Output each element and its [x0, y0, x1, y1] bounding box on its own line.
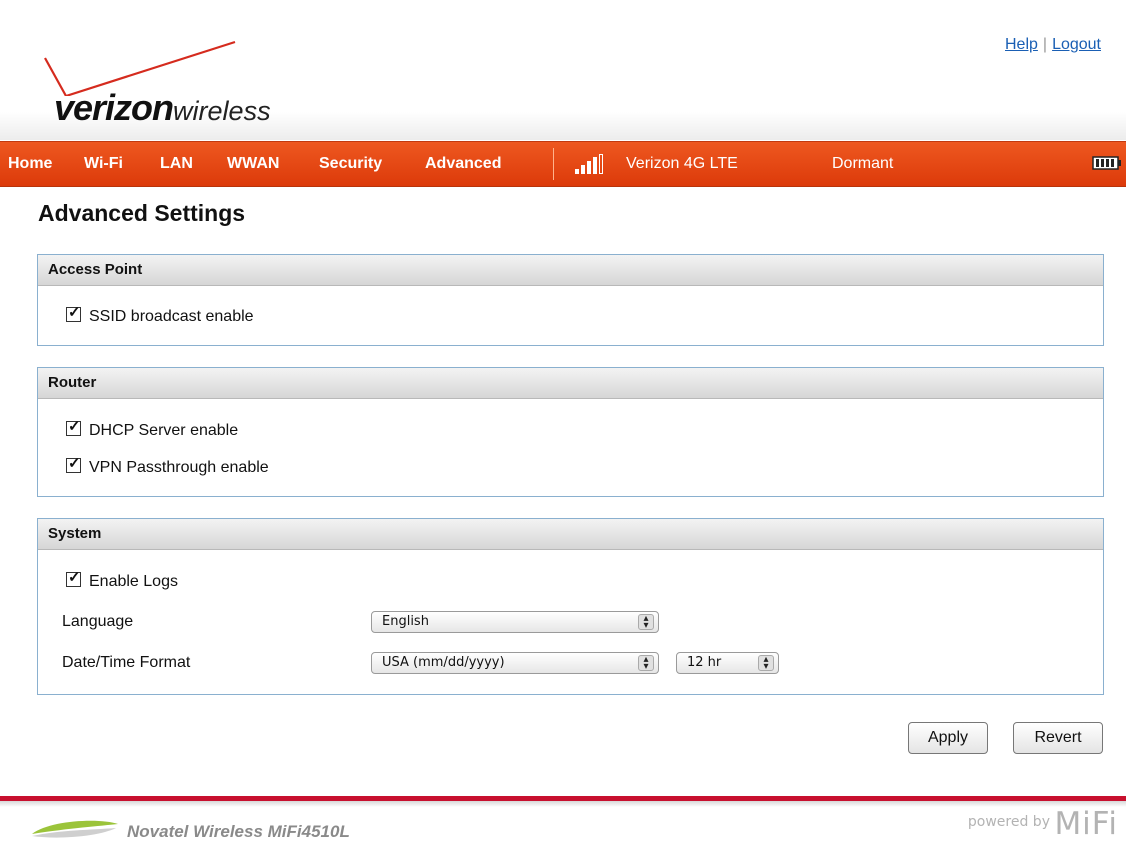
dhcp-server-checkbox[interactable]: DHCP Server enable: [66, 417, 239, 440]
help-link[interactable]: Help: [1005, 36, 1038, 53]
panel-title: Router: [38, 368, 1103, 399]
signal-bars-icon: [575, 154, 615, 174]
mifi-brand: MiFi: [1054, 806, 1118, 842]
hour-format-select[interactable]: 12 hr ▴ ▾: [676, 652, 779, 674]
select-arrows-icon: ▴ ▾: [638, 614, 654, 631]
checkbox-checked-icon[interactable]: [66, 454, 81, 473]
logo-sub: wireless: [173, 96, 271, 126]
main-nav: Home Wi-Fi LAN WWAN Security Advanced Ve…: [0, 141, 1126, 187]
select-arrows-icon: ▴ ▾: [758, 655, 774, 672]
access-point-panel: Access Point SSID broadcast enable: [37, 254, 1104, 346]
logo-brand: verizon: [54, 87, 174, 128]
select-value: 12 hr: [687, 655, 722, 670]
battery-icon: [1092, 156, 1121, 170]
top-links: Help | Logout: [1005, 36, 1101, 54]
checkbox-checked-icon[interactable]: [66, 568, 81, 587]
panel-title: System: [38, 519, 1103, 550]
datetime-format-label: Date/Time Format: [62, 654, 191, 671]
revert-button[interactable]: Revert: [1013, 722, 1103, 754]
ssid-broadcast-checkbox[interactable]: SSID broadcast enable: [66, 303, 254, 326]
panel-title: Access Point: [38, 255, 1103, 286]
footer-shadow: [0, 801, 1126, 807]
datetime-format-select[interactable]: USA (mm/dd/yyyy) ▴ ▾: [371, 652, 659, 674]
language-select[interactable]: English ▴ ▾: [371, 611, 659, 633]
checkbox-label: SSID broadcast enable: [89, 308, 254, 325]
select-value: English: [382, 614, 429, 629]
powered-by-mifi-logo: powered by MiFi: [968, 806, 1118, 842]
connection-status: Dormant: [832, 155, 894, 172]
system-panel: System Enable Logs Language English ▴▾ D…: [37, 518, 1104, 695]
checkbox-label: VPN Passthrough enable: [89, 459, 269, 476]
select-arrows-icon: ▴ ▾: [638, 655, 654, 672]
checkbox-label: Enable Logs: [89, 573, 178, 590]
checkbox-checked-icon[interactable]: [66, 303, 81, 322]
network-name: Verizon 4G LTE: [626, 155, 738, 172]
nav-item-security[interactable]: Security: [319, 142, 382, 186]
logout-link[interactable]: Logout: [1052, 36, 1101, 53]
vpn-passthrough-checkbox[interactable]: VPN Passthrough enable: [66, 454, 269, 477]
checkbox-checked-icon[interactable]: [66, 417, 81, 436]
header: verizonwireless Help | Logout: [0, 0, 1126, 140]
nav-item-home[interactable]: Home: [8, 142, 52, 186]
enable-logs-checkbox[interactable]: Enable Logs: [66, 568, 178, 591]
checkbox-label: DHCP Server enable: [89, 422, 239, 439]
nav-item-wwan[interactable]: WWAN: [227, 142, 279, 186]
novatel-swoosh-icon: [32, 820, 118, 838]
powered-by-label: powered by: [967, 814, 1050, 830]
nav-item-wifi[interactable]: Wi-Fi: [84, 142, 123, 186]
nav-divider: [553, 148, 554, 180]
select-value: USA (mm/dd/yyyy): [382, 655, 505, 670]
logo-wordmark: verizonwireless: [54, 88, 271, 131]
apply-button[interactable]: Apply: [908, 722, 988, 754]
nav-item-advanced[interactable]: Advanced: [425, 142, 501, 186]
language-label: Language: [62, 613, 134, 630]
verizon-wireless-logo: verizonwireless: [40, 36, 340, 131]
router-panel: Router DHCP Server enable VPN Passthroug…: [37, 367, 1104, 497]
nav-item-lan[interactable]: LAN: [160, 142, 193, 186]
page-title: Advanced Settings: [38, 200, 246, 226]
footer-product-name: Novatel Wireless MiFi4510L: [127, 822, 350, 841]
link-separator: |: [1042, 36, 1048, 53]
